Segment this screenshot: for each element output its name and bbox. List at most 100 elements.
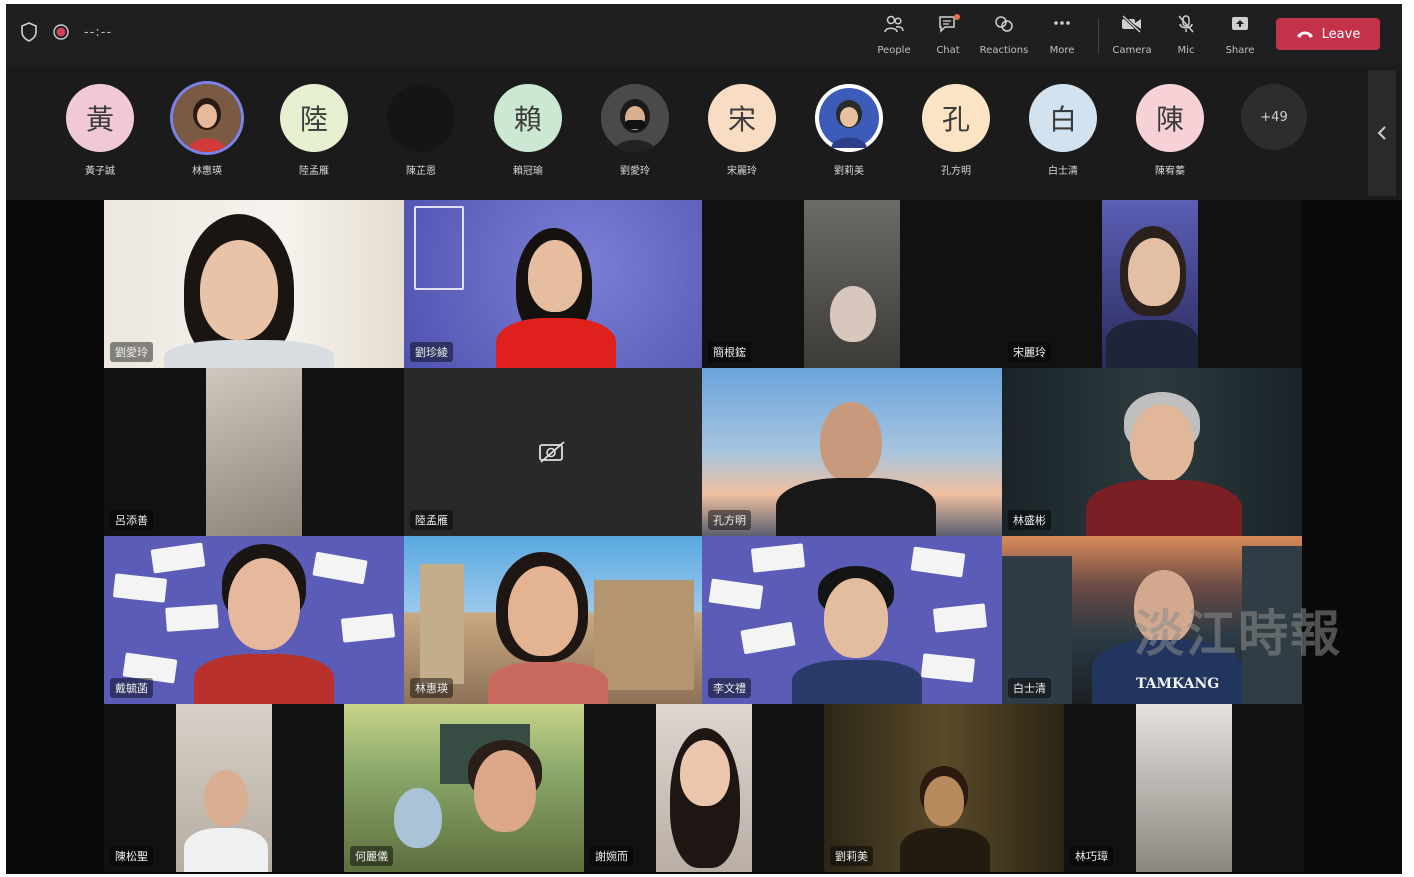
- avatar: 陸: [280, 84, 348, 152]
- meeting-status: --:--: [20, 22, 112, 42]
- publisher-watermark: 淡江時報: [1134, 604, 1342, 663]
- meeting-toolbar: --:-- People Chat Reactions More Camera …: [6, 4, 1402, 66]
- video-tile[interactable]: 陸孟雁: [404, 368, 702, 536]
- reactions-label: Reactions: [979, 45, 1029, 56]
- participant-name-label: 林巧璋: [1070, 846, 1113, 866]
- participant-avatar-item[interactable]: 宋 宋麗玲: [692, 84, 792, 177]
- reactions-icon: [995, 16, 1013, 32]
- participant-name: 林惠瑛: [192, 166, 222, 177]
- avatar: [387, 84, 455, 152]
- strip-scroll-button[interactable]: [1368, 70, 1396, 196]
- meeting-timer: --:--: [84, 24, 113, 40]
- avatar: [815, 84, 883, 152]
- participant-avatar-item[interactable]: 賴 賴冠瑜: [478, 84, 578, 177]
- share-button[interactable]: Share: [1212, 14, 1268, 57]
- leave-label: Leave: [1321, 26, 1361, 42]
- video-tile[interactable]: 呂添善: [104, 368, 404, 536]
- video-tile[interactable]: 謝婉而: [584, 704, 824, 872]
- avatar-photo: [601, 84, 669, 152]
- people-button[interactable]: People: [866, 14, 922, 57]
- participant-name-label: 謝婉而: [590, 846, 633, 866]
- hang-up-icon: [1296, 31, 1313, 38]
- participant-name-label: 白士清: [1008, 678, 1051, 698]
- video-tile[interactable]: 陳松聖: [104, 704, 344, 872]
- video-tile[interactable]: 劉珍綾: [404, 200, 702, 368]
- video-tile[interactable]: 簡根鋐: [702, 200, 1002, 368]
- shirt-logo-text: TAMKANG: [1136, 676, 1220, 692]
- participant-avatar-item[interactable]: 陸 陸孟雁: [264, 84, 364, 177]
- video-tile[interactable]: 林巧璋: [1064, 704, 1304, 872]
- participant-name-label: 何麗儀: [350, 846, 393, 866]
- avatar: 陳: [1136, 84, 1204, 152]
- shield-icon: [20, 22, 38, 42]
- participant-name: 劉莉美: [834, 166, 864, 177]
- avatar: 白: [1029, 84, 1097, 152]
- participant-avatar-item[interactable]: 劉愛玲: [585, 84, 685, 177]
- participant-name-label: 呂添善: [110, 510, 153, 530]
- video-tile[interactable]: 林盛彬: [1002, 368, 1302, 536]
- overflow-participants-button[interactable]: +49: [1224, 84, 1324, 150]
- mic-off-icon: [1178, 15, 1194, 33]
- camera-off-icon: [1121, 14, 1142, 34]
- camera-button[interactable]: Camera: [1104, 14, 1160, 57]
- chat-unread-dot: [954, 14, 960, 20]
- share-label: Share: [1225, 45, 1255, 56]
- chat-label: Chat: [936, 45, 960, 56]
- video-tile[interactable]: 林惠瑛: [404, 536, 702, 704]
- participant-name-label: 陳松聖: [110, 846, 153, 866]
- participant-name-label: 簡根鋐: [708, 342, 751, 362]
- avatar: 黃: [66, 84, 134, 152]
- participant-strip: 黃 黃子誠 林惠瑛 陸 陸孟雁 陳芷恩 賴 賴冠瑜 劉愛玲 宋 宋麗玲 劉莉美 …: [6, 66, 1402, 200]
- overflow-count: +49: [1241, 84, 1307, 150]
- participant-name: 黃子誠: [85, 166, 115, 177]
- video-grid: 劉愛玲 劉珍綾 簡根鋐 宋麗玲 呂添善 陸孟雁 孔方明 林盛彬 戴毓菡 林惠瑛 …: [6, 200, 1402, 874]
- video-tile[interactable]: 宋麗玲: [1002, 200, 1302, 368]
- participant-name: 孔方明: [941, 166, 971, 177]
- reactions-button[interactable]: Reactions: [976, 14, 1032, 57]
- participant-avatar-item[interactable]: 林惠瑛: [157, 84, 257, 177]
- mic-label: Mic: [1177, 45, 1195, 56]
- participant-avatar-item[interactable]: 孔 孔方明: [906, 84, 1006, 177]
- video-tile[interactable]: 戴毓菡: [104, 536, 404, 704]
- teams-meeting-window: --:-- People Chat Reactions More Camera …: [6, 4, 1402, 874]
- participant-name-label: 劉愛玲: [110, 342, 153, 362]
- participant-name: 陳宥蓁: [1155, 166, 1185, 177]
- camera-label: Camera: [1112, 45, 1152, 56]
- participant-name: 白士清: [1048, 166, 1078, 177]
- video-tile[interactable]: 劉莉美: [824, 704, 1064, 872]
- chat-button[interactable]: Chat: [920, 14, 976, 57]
- recording-icon: [52, 23, 70, 41]
- participant-name-label: 戴毓菡: [110, 678, 153, 698]
- avatar-photo: [815, 84, 883, 152]
- more-icon: [1054, 21, 1070, 25]
- more-button[interactable]: More: [1034, 14, 1090, 57]
- participant-name-label: 林盛彬: [1008, 510, 1051, 530]
- avatar: [601, 84, 669, 152]
- camera-off-icon: [539, 441, 565, 463]
- avatar: 宋: [708, 84, 776, 152]
- people-label: People: [877, 45, 911, 56]
- chevron-left-icon: [1377, 126, 1386, 140]
- participant-avatar-item[interactable]: 陳芷恩: [371, 84, 471, 177]
- avatar: [173, 84, 241, 152]
- participant-name: 賴冠瑜: [513, 166, 543, 177]
- participant-avatar-item[interactable]: 陳 陳宥蓁: [1120, 84, 1220, 177]
- avatar-photo: [173, 84, 241, 152]
- participant-avatar-item[interactable]: 白 白士清: [1013, 84, 1113, 177]
- video-tile[interactable]: 孔方明: [702, 368, 1002, 536]
- participant-name: 陸孟雁: [299, 166, 329, 177]
- video-tile[interactable]: 何麗儀: [344, 704, 584, 872]
- participant-name-label: 孔方明: [708, 510, 751, 530]
- mic-button[interactable]: Mic: [1158, 14, 1214, 57]
- participant-name-label: 李文禮: [708, 678, 751, 698]
- share-icon: [1232, 17, 1248, 30]
- participant-avatar-item[interactable]: 劉莉美: [799, 84, 899, 177]
- participant-name-label: 劉莉美: [830, 846, 873, 866]
- avatar: 賴: [494, 84, 562, 152]
- participant-avatar-item[interactable]: 黃 黃子誠: [50, 84, 150, 177]
- participant-name-label: 陸孟雁: [410, 510, 453, 530]
- avatar: 孔: [922, 84, 990, 152]
- video-tile[interactable]: 劉愛玲: [104, 200, 404, 368]
- video-tile[interactable]: 李文禮: [702, 536, 1002, 704]
- leave-button[interactable]: Leave: [1276, 18, 1380, 50]
